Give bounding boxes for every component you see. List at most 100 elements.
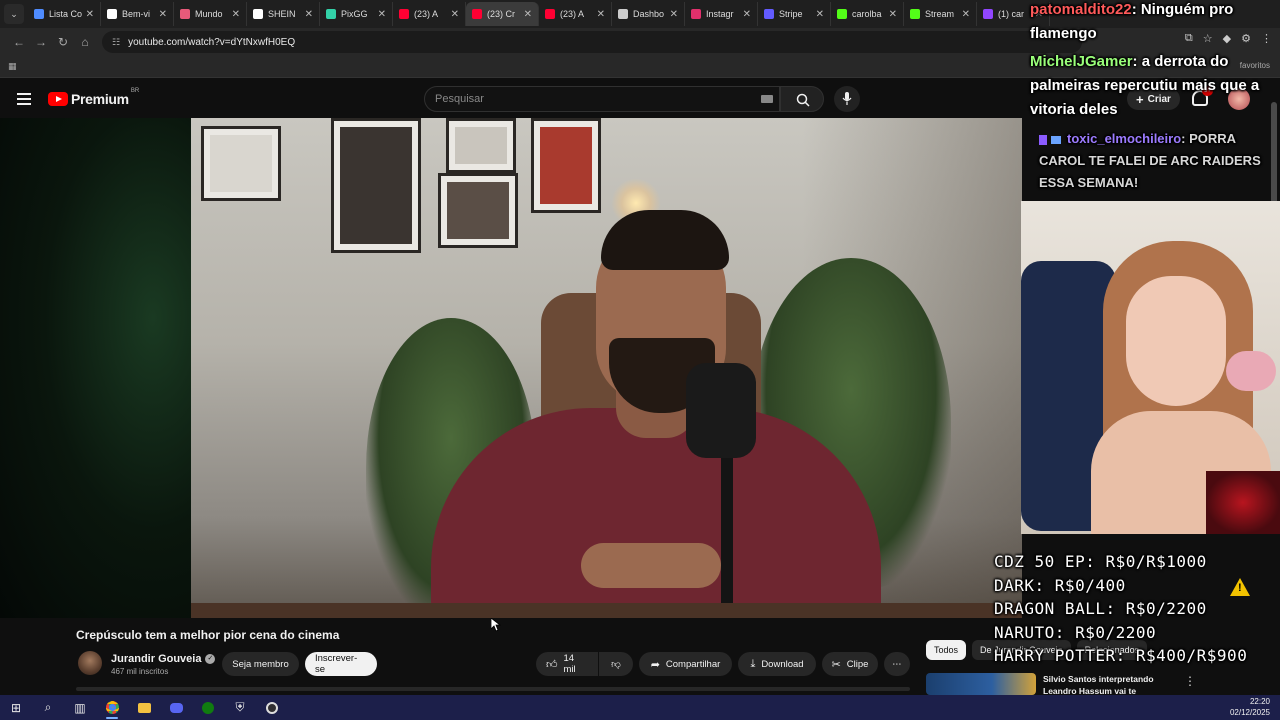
clock-date: 02/12/2025 bbox=[1229, 708, 1270, 717]
tab-close-icon[interactable]: ✕ bbox=[232, 9, 240, 20]
system-clock[interactable]: 22:20 02/12/2025 bbox=[1230, 696, 1270, 718]
tab-label: PixGG bbox=[341, 9, 368, 19]
browser-tab[interactable]: PixGG ✕ bbox=[320, 2, 393, 26]
site-info-icon[interactable]: ☷ bbox=[112, 37, 120, 48]
xbox-icon[interactable] bbox=[192, 695, 224, 720]
video-letterbox bbox=[0, 118, 191, 618]
join-button[interactable]: Seja membro bbox=[222, 652, 299, 676]
hamburger-menu-icon[interactable] bbox=[17, 93, 31, 105]
file-explorer-icon[interactable] bbox=[128, 695, 160, 720]
tab-label: Stripe bbox=[779, 9, 803, 19]
filter-chip-all[interactable]: Todos bbox=[926, 640, 967, 660]
clip-label: Clipe bbox=[846, 658, 869, 670]
dislike-button[interactable]: 👎︎ bbox=[599, 652, 633, 676]
channel-name[interactable]: Jurandir Gouveia ✓ bbox=[111, 653, 216, 665]
screen: ⌄ Lista Co ✕ Bem-vi ✕ Mundo ✕ SHEIN ✕ PixGG ✕ (23)… bbox=[0, 0, 1280, 720]
video-player[interactable] bbox=[0, 118, 1022, 618]
download-label: Download bbox=[761, 658, 804, 670]
tab-close-icon[interactable]: ✕ bbox=[305, 9, 313, 20]
discord-icon[interactable] bbox=[160, 695, 192, 720]
like-count: 14 mil bbox=[563, 653, 576, 675]
search-placeholder: Pesquisar bbox=[435, 93, 484, 105]
browser-tab[interactable]: (23) A ✕ bbox=[539, 2, 612, 26]
share-button[interactable]: ➦ Compartilhar bbox=[639, 652, 732, 676]
chat-username: toxic_elmochileiro bbox=[1067, 131, 1182, 146]
browser-tab[interactable]: SHEIN ✕ bbox=[247, 2, 320, 26]
youtube-logo[interactable]: Premium BR bbox=[48, 88, 139, 107]
chrome-icon[interactable] bbox=[96, 695, 128, 720]
back-icon[interactable]: ← bbox=[8, 35, 30, 49]
studio-microphone bbox=[686, 363, 756, 458]
more-horizontal-icon: ⋯ bbox=[892, 658, 902, 670]
windows-start-icon[interactable]: ⊞ bbox=[0, 695, 32, 720]
forward-icon[interactable]: → bbox=[30, 35, 52, 49]
search-button[interactable] bbox=[780, 86, 824, 112]
tab-label: Dashbo bbox=[633, 9, 665, 19]
description-box[interactable] bbox=[76, 687, 910, 691]
browser-tab[interactable]: (23) Cr ✕ bbox=[466, 2, 539, 26]
desk bbox=[191, 603, 1022, 618]
tab-close-icon[interactable]: ✕ bbox=[86, 9, 94, 20]
task-view-icon[interactable]: ▥ bbox=[64, 695, 96, 720]
streamer-face bbox=[1126, 276, 1226, 406]
browser-tab[interactable]: Lista Co ✕ bbox=[28, 2, 101, 26]
thumbs-down-icon: 👎︎ bbox=[611, 659, 621, 670]
youtube-play-icon bbox=[48, 92, 68, 106]
browser-tab[interactable]: Bem-vi ✕ bbox=[101, 2, 174, 26]
reload-icon[interactable]: ↻ bbox=[52, 35, 74, 49]
wall-frame-5 bbox=[531, 118, 601, 213]
tab-close-icon[interactable]: ✕ bbox=[524, 9, 532, 20]
tab-close-icon[interactable]: ✕ bbox=[816, 9, 824, 20]
security-shield-icon[interactable]: ⛨ bbox=[224, 695, 256, 720]
chat-badge-icon bbox=[1051, 135, 1061, 144]
home-icon[interactable]: ⌂ bbox=[74, 35, 96, 49]
recommendation-thumbnail[interactable] bbox=[926, 673, 1036, 695]
tab-label: (1) car bbox=[998, 9, 1025, 19]
like-button[interactable]: 👍︎ 14 mil bbox=[536, 652, 598, 676]
microphone-icon bbox=[842, 92, 852, 105]
browser-tab[interactable]: carolba ✕ bbox=[831, 2, 904, 26]
tab-label: Mundo bbox=[195, 9, 223, 19]
tab-close-icon[interactable]: ✕ bbox=[962, 9, 970, 20]
tab-favicon-icon bbox=[691, 9, 701, 19]
channel-avatar[interactable] bbox=[78, 651, 102, 675]
browser-tab[interactable]: Mundo ✕ bbox=[174, 2, 247, 26]
tab-close-icon[interactable]: ✕ bbox=[451, 9, 459, 20]
mouse-cursor-icon bbox=[491, 618, 501, 632]
chat-username: MichelJGamer bbox=[1030, 53, 1133, 70]
tab-close-icon[interactable]: ✕ bbox=[597, 9, 605, 20]
tab-favicon-icon bbox=[618, 9, 628, 19]
apps-grid-icon[interactable]: ▦ bbox=[8, 61, 17, 72]
tab-favicon-icon bbox=[180, 9, 190, 19]
taskbar-search-icon[interactable]: ⌕ bbox=[32, 695, 64, 720]
subscribe-button[interactable]: Inscrever-se bbox=[305, 652, 377, 676]
clock-time: 22:20 bbox=[1249, 697, 1270, 706]
obs-icon[interactable] bbox=[256, 695, 288, 720]
tab-search-icon[interactable]: ⌄ bbox=[4, 4, 24, 24]
url-input[interactable]: ☷ youtube.com/watch?v=dYtNxwfH0EQ bbox=[102, 31, 1082, 53]
clip-button[interactable]: ✂ Clipe bbox=[822, 652, 878, 676]
tab-label: Instagr bbox=[706, 9, 734, 19]
tab-favicon-icon bbox=[326, 9, 336, 19]
browser-tab[interactable]: Stripe ✕ bbox=[758, 2, 831, 26]
tab-close-icon[interactable]: ✕ bbox=[743, 9, 751, 20]
channel-name-label: Jurandir Gouveia bbox=[111, 653, 202, 665]
goal-line: DRAGON BALL: R$0/2200 bbox=[994, 599, 1207, 618]
tab-close-icon[interactable]: ✕ bbox=[889, 9, 897, 20]
recommendation-title[interactable]: Silvio Santos interpretando Leandro Hass… bbox=[1043, 673, 1173, 695]
tab-close-icon[interactable]: ✕ bbox=[378, 9, 386, 20]
tab-close-icon[interactable]: ✕ bbox=[159, 9, 167, 20]
browser-tab[interactable]: Dashbo ✕ bbox=[612, 2, 685, 26]
tab-close-icon[interactable]: ✕ bbox=[670, 9, 678, 20]
recommendation-menu-icon[interactable]: ⋮ bbox=[1184, 674, 1196, 688]
plush-toy bbox=[1226, 351, 1276, 391]
keyboard-icon[interactable] bbox=[761, 95, 773, 103]
more-actions-button[interactable]: ⋯ bbox=[884, 652, 910, 676]
browser-tab[interactable]: Instagr ✕ bbox=[685, 2, 758, 26]
wall-frame-1 bbox=[201, 126, 281, 201]
browser-tab[interactable]: (23) A ✕ bbox=[393, 2, 466, 26]
browser-tab[interactable]: Stream ✕ bbox=[904, 2, 977, 26]
download-button[interactable]: ⤓ Download bbox=[738, 652, 816, 676]
search-input[interactable]: Pesquisar bbox=[424, 86, 780, 112]
voice-search-button[interactable] bbox=[834, 86, 860, 112]
